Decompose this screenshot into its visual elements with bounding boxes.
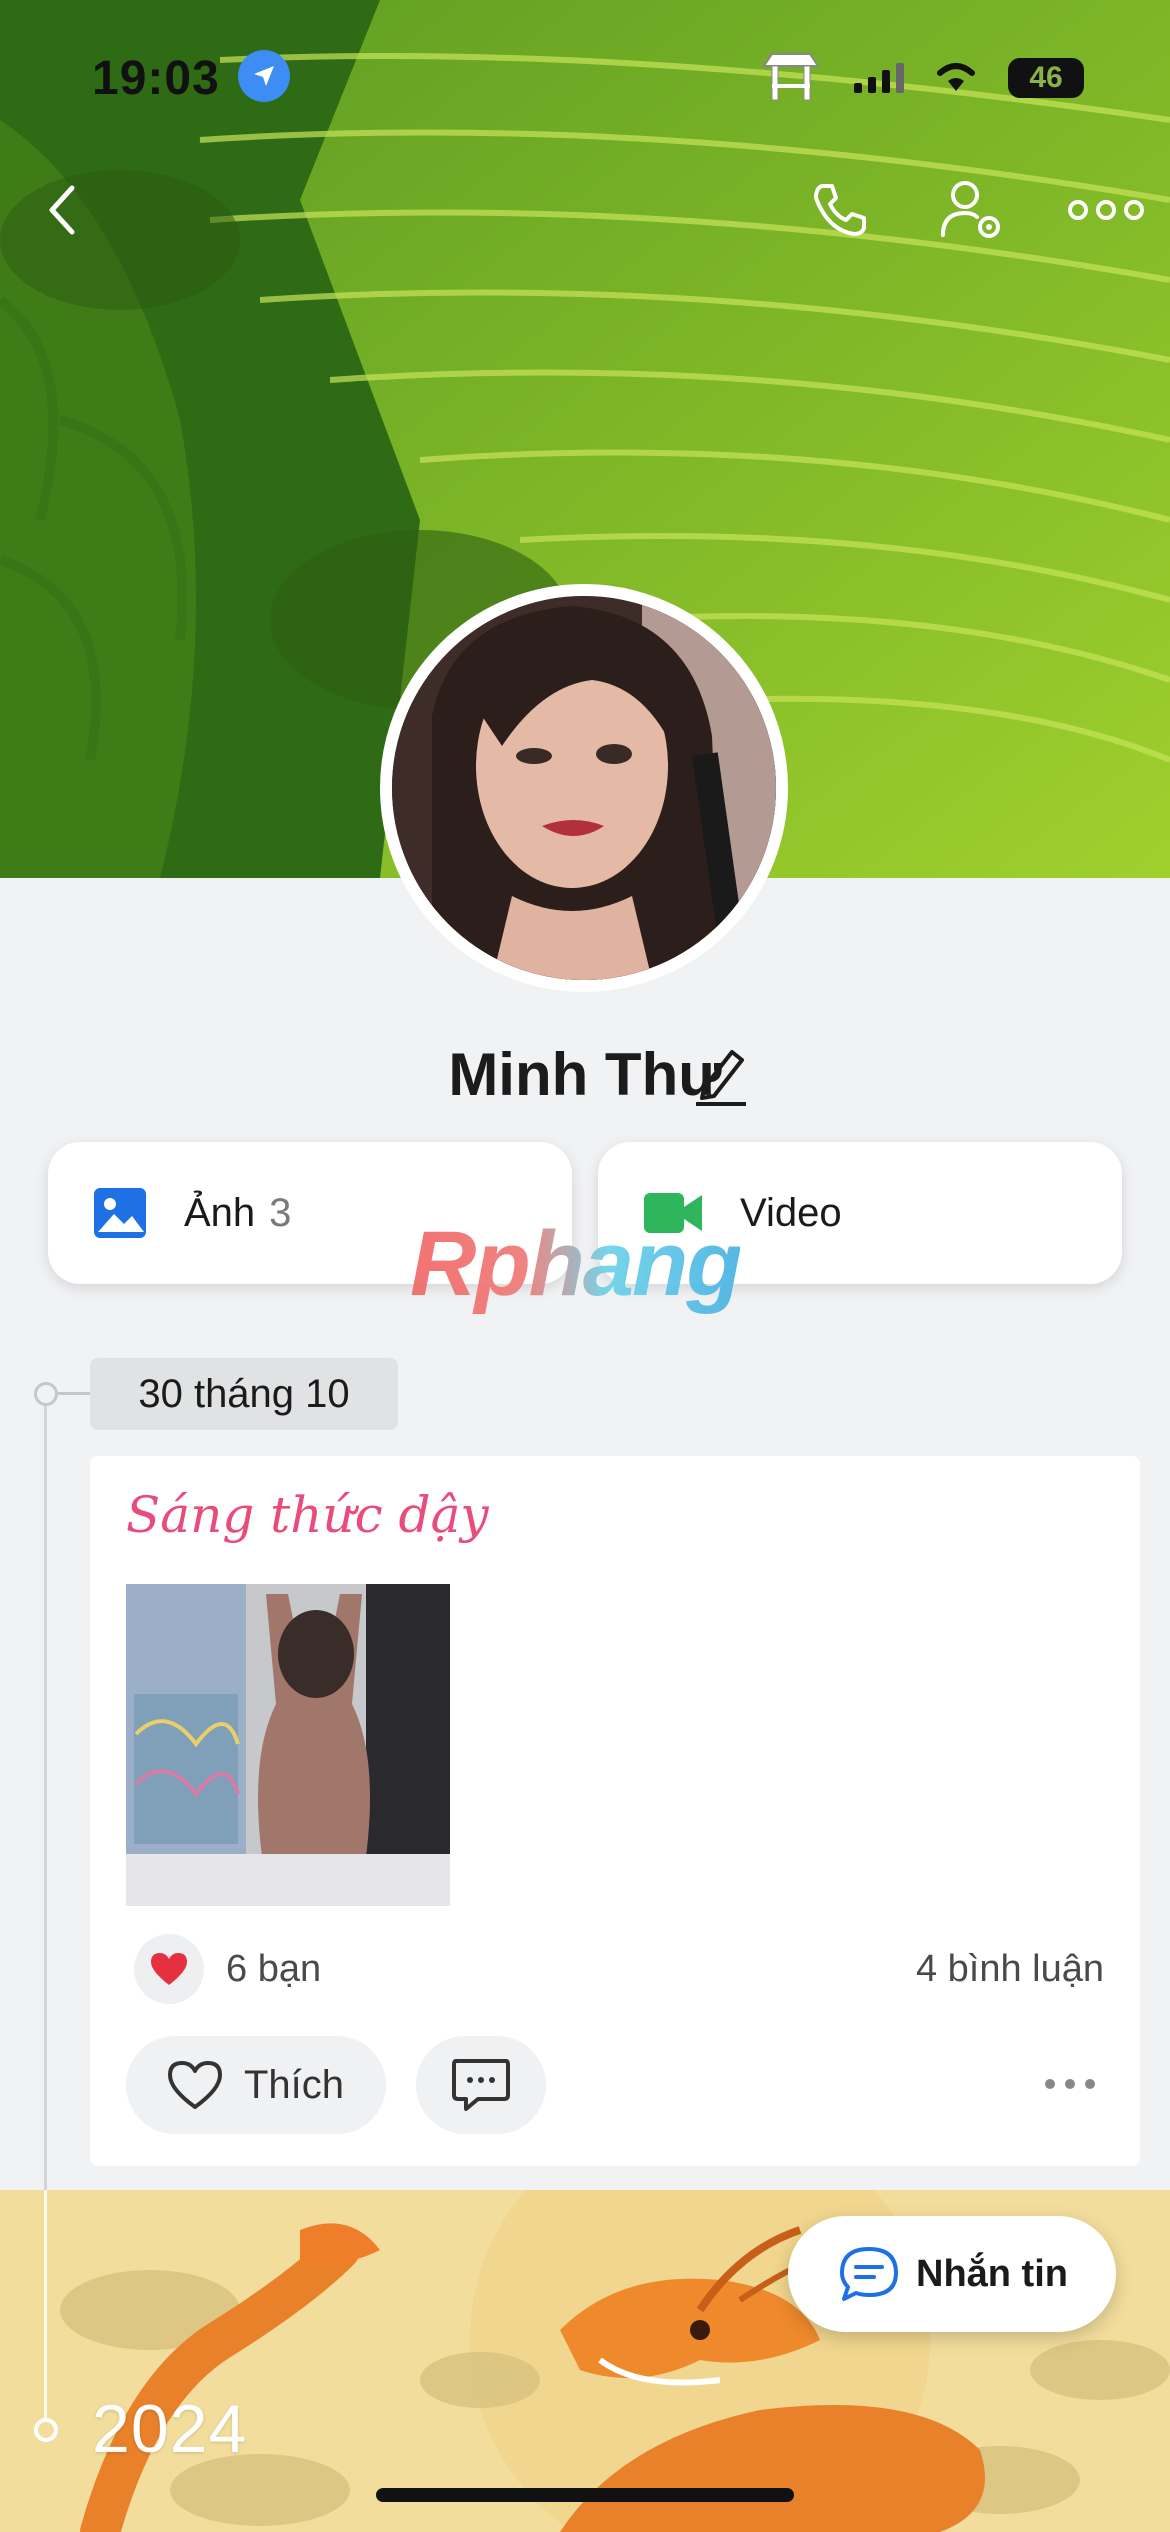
wifi-icon [934,59,978,98]
timeline-connector [58,1392,90,1395]
reactions-count[interactable]: 6 bạn [226,1948,321,1991]
post-image [126,1584,450,1906]
timeline-line-year [44,2190,47,2418]
message-button[interactable]: Nhắn tin [788,2216,1116,2332]
message-label: Nhắn tin [916,2252,1068,2295]
location-arrow-icon [238,50,290,102]
year-label: 2024 [92,2391,248,2467]
like-label: Thích [244,2062,345,2107]
more-dots-icon [1045,2079,1095,2089]
status-time: 19:03 [92,51,220,105]
profile-settings-button[interactable] [932,170,1012,250]
post-caption: Sáng thức dậy [126,1486,489,1544]
call-button[interactable] [800,170,880,250]
cellular-signal-icon [854,63,904,93]
more-horizontal-icon [1068,200,1144,220]
comments-count[interactable]: 4 bình luận [916,1948,1104,1991]
like-button[interactable]: Thích [126,2036,386,2134]
profile-name: Minh Thư [448,1041,722,1108]
heart-outline-icon [168,2061,222,2109]
timeline-year-dot [34,2418,58,2442]
reaction-heart[interactable] [134,1934,204,2004]
photos-label: Ảnh [184,1190,256,1235]
status-indicators: 46 [758,50,1084,106]
post-photo[interactable] [126,1584,450,1906]
comment-icon [452,2059,510,2111]
chat-bubble-icon [840,2247,898,2301]
battery-indicator: 46 [1008,58,1084,98]
chevron-left-icon [49,185,75,235]
videos-label: Video [740,1190,842,1235]
hotspot-icon [758,48,824,109]
edit-name-button[interactable] [692,1044,750,1106]
watermark-logo: Rphang [410,1213,742,1315]
profile-screen: 19:03 46 Minh Thư Ảnh 3 Video Rphang 30 … [0,0,1170,2532]
timeline-dot [34,1382,58,1406]
avatar[interactable] [380,584,788,992]
photos-count: 3 [269,1190,292,1235]
comment-button[interactable] [416,2036,546,2134]
home-indicator[interactable] [376,2488,794,2502]
user-settings-icon [941,181,1000,238]
pencil-icon [696,1050,746,1106]
avatar-photo [392,596,776,980]
phone-icon [814,184,866,236]
post-card: Sáng thức dậy 6 bạn 4 bình luận Thích [90,1456,1140,2166]
post-date: 30 tháng 10 [90,1358,398,1430]
post-more-button[interactable] [1040,2066,1100,2102]
back-button[interactable] [22,170,102,250]
more-button[interactable] [1066,170,1146,250]
heart-icon [151,1953,187,1985]
photo-icon [94,1188,146,1238]
